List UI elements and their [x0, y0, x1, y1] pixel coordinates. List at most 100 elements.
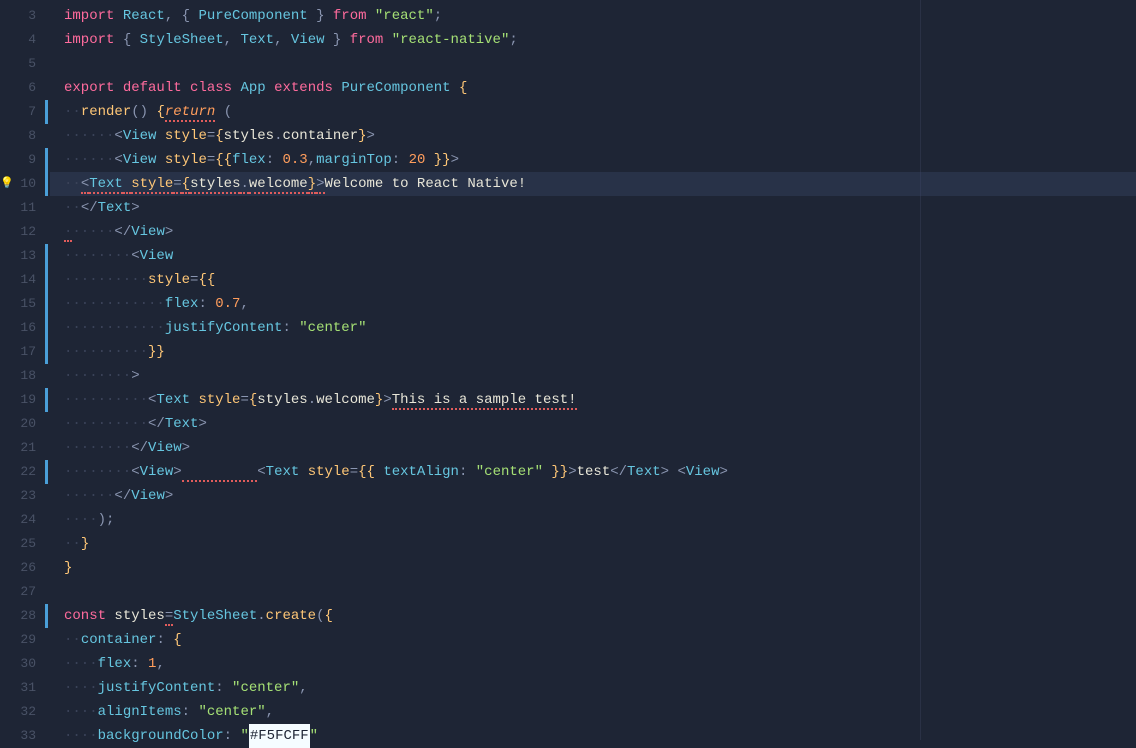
- line-number: 23: [0, 484, 50, 508]
- line-number: 4: [0, 28, 50, 52]
- line-number: 21: [0, 436, 50, 460]
- jsx-tag: Text: [156, 392, 190, 408]
- code-line[interactable]: ··render() {return (: [50, 100, 1136, 124]
- code-line[interactable]: [50, 580, 1136, 604]
- line-number: 27: [0, 580, 50, 604]
- code-line[interactable]: export default class App extends PureCom…: [50, 76, 1136, 100]
- code-line[interactable]: ··</Text>: [50, 196, 1136, 220]
- jsx-tag: Text: [266, 464, 300, 480]
- code-line[interactable]: ····backgroundColor: "#F5FCFF": [50, 724, 1136, 748]
- code-line[interactable]: ··}: [50, 532, 1136, 556]
- jsx-tag: View: [140, 464, 174, 480]
- identifier: welcome: [316, 392, 375, 408]
- code-line[interactable]: ············justifyContent: "center": [50, 316, 1136, 340]
- property: justifyContent: [98, 680, 216, 696]
- identifier: React: [123, 8, 165, 24]
- number: 0.3: [283, 152, 308, 168]
- keyword-from: from: [333, 8, 367, 24]
- code-line[interactable]: ········<View> <Text style={{ textAlign:…: [50, 460, 1136, 484]
- color-swatch: #F5FCFF: [249, 724, 310, 748]
- code-line[interactable]: ············flex: 0.7,: [50, 292, 1136, 316]
- code-line[interactable]: ····alignItems: "center",: [50, 700, 1136, 724]
- code-line[interactable]: ······<View style={styles.container}>: [50, 124, 1136, 148]
- code-line[interactable]: ······<View style={{flex: 0.3,marginTop:…: [50, 148, 1136, 172]
- code-line[interactable]: ··container: {: [50, 628, 1136, 652]
- property: flex: [98, 656, 132, 672]
- jsx-tag: Text: [165, 416, 199, 432]
- number: 0.7: [215, 296, 240, 312]
- property: alignItems: [98, 704, 182, 720]
- jsx-tag: View: [148, 440, 182, 456]
- keyword-export: export: [64, 80, 114, 96]
- identifier: Text: [240, 32, 274, 48]
- keyword-import: import: [64, 32, 114, 48]
- code-line[interactable]: ········<View: [50, 244, 1136, 268]
- jsx-tag: View: [140, 248, 174, 264]
- code-line[interactable]: ····);: [50, 508, 1136, 532]
- line-number: 30: [0, 652, 50, 676]
- line-number: 14: [0, 268, 50, 292]
- line-number: 3: [0, 4, 50, 28]
- line-number: 28: [0, 604, 50, 628]
- code-line[interactable]: ··········}}: [50, 340, 1136, 364]
- property: backgroundColor: [98, 728, 224, 744]
- lightbulb-icon[interactable]: 💡: [0, 172, 14, 196]
- line-number: 6: [0, 76, 50, 100]
- line-number: 29: [0, 628, 50, 652]
- code-area[interactable]: import React, { PureComponent } from "re…: [50, 0, 1136, 740]
- line-number: 7: [0, 100, 50, 124]
- line-number: 9: [0, 148, 50, 172]
- code-line[interactable]: ····justifyContent: "center",: [50, 676, 1136, 700]
- keyword-class: class: [190, 80, 232, 96]
- class-name: App: [240, 80, 265, 96]
- code-line[interactable]: ······</View>: [50, 220, 1136, 244]
- code-line[interactable]: ····flex: 1,: [50, 652, 1136, 676]
- line-number: 33: [0, 724, 50, 748]
- code-line[interactable]: const styles=StyleSheet.create({: [50, 604, 1136, 628]
- jsx-tag: Text: [627, 464, 661, 480]
- jsx-attr: style: [165, 128, 207, 144]
- line-number: 16: [0, 316, 50, 340]
- line-number: 32: [0, 700, 50, 724]
- identifier: PureComponent: [341, 80, 450, 96]
- string: "react": [375, 8, 434, 24]
- jsx-tag: Text: [89, 176, 123, 194]
- code-line[interactable]: ··········</Text>: [50, 412, 1136, 436]
- keyword-from: from: [350, 32, 384, 48]
- jsx-attr: style: [165, 152, 207, 168]
- jsx-text: test: [577, 464, 611, 480]
- property: justifyContent: [165, 320, 283, 336]
- code-line[interactable]: import { StyleSheet, Text, View } from "…: [50, 28, 1136, 52]
- code-line-highlighted[interactable]: 💡··<Text style={styles.welcome}>Welcome …: [50, 172, 1136, 196]
- method-name: render: [81, 104, 131, 120]
- code-line[interactable]: ··········<Text style={styles.welcome}>T…: [50, 388, 1136, 412]
- line-number: 26: [0, 556, 50, 580]
- line-number: 20: [0, 412, 50, 436]
- property: flex: [165, 296, 199, 312]
- string: "react-native": [392, 32, 510, 48]
- jsx-tag: View: [123, 152, 157, 168]
- string: "center": [476, 464, 543, 480]
- keyword-default: default: [123, 80, 182, 96]
- code-editor[interactable]: 3 4 5 6 7 8 9 10 11 12 13 14 15 16 17 18…: [0, 0, 1136, 740]
- identifier: styles: [257, 392, 307, 408]
- code-line[interactable]: ······</View>: [50, 484, 1136, 508]
- identifier: styles: [114, 608, 164, 624]
- keyword-const: const: [64, 608, 106, 624]
- jsx-tag: View: [123, 128, 157, 144]
- string: "center": [198, 704, 265, 720]
- code-line[interactable]: ········>: [50, 364, 1136, 388]
- keyword-extends: extends: [274, 80, 333, 96]
- identifier: StyleSheet: [173, 608, 257, 624]
- method-name: create: [266, 608, 316, 624]
- code-line[interactable]: }: [50, 556, 1136, 580]
- code-line[interactable]: ··········style={{: [50, 268, 1136, 292]
- code-line[interactable]: [50, 52, 1136, 76]
- code-line[interactable]: ········</View>: [50, 436, 1136, 460]
- identifier: container: [283, 128, 359, 144]
- line-number: 11: [0, 196, 50, 220]
- keyword-return: return: [165, 104, 215, 122]
- property: textAlign: [383, 464, 459, 480]
- line-number-gutter: 3 4 5 6 7 8 9 10 11 12 13 14 15 16 17 18…: [0, 0, 50, 740]
- code-line[interactable]: import React, { PureComponent } from "re…: [50, 4, 1136, 28]
